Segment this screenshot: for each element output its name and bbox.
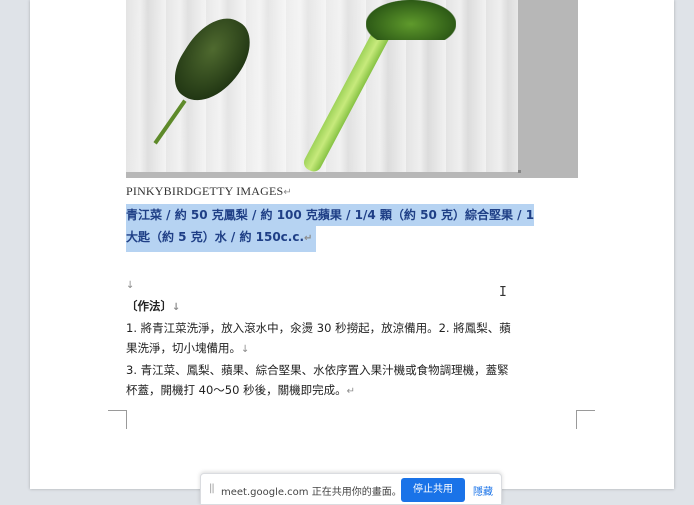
paragraph-mark: ↵	[304, 233, 313, 244]
celery-leaves-image	[366, 0, 456, 40]
step-1-line-1: 1. 將青江菜洗淨，放入滾水中，汆燙 30 秒撈起，放涼備用。2. 將鳳梨、蘋	[126, 321, 511, 335]
step-3-line-2-text: 杯蓋，開機打 40～50 秒後，關機即完成。	[126, 383, 347, 397]
document-page: PINKYBIRDGETTY IMAGES↵ 青江菜 / 約 50 克鳳梨 / …	[30, 0, 674, 489]
drag-handle-icon[interactable]: ||	[209, 483, 215, 494]
ingredients-line-2-text: 大匙（約 5 克）水 / 約 150c.c.	[126, 230, 305, 244]
screen-share-bar: || meet.google.com 正在共用你的畫面。 停止共用 隱藏	[200, 473, 502, 505]
method-heading-text: 〔作法〕	[126, 299, 172, 313]
empty-paragraph: ↓	[126, 274, 578, 296]
line-break-mark: ↓	[172, 302, 181, 313]
leaf-stem-image	[153, 99, 187, 145]
selected-ingredients-text[interactable]: 青江菜 / 約 50 克鳳梨 / 約 100 克蘋果 / 1/4 顆（約 50 …	[126, 204, 578, 252]
step-3-line-1: 3. 青江菜、鳳梨、蘋果、綜合堅果、水依序置入果汁機或食物調理機，蓋緊	[126, 363, 509, 377]
ingredients-line-1: 青江菜 / 約 50 克鳳梨 / 約 100 克蘋果 / 1/4 顆（約 50 …	[126, 204, 535, 226]
line-break-mark: ↓	[126, 280, 135, 291]
paragraph-mark: ↵	[283, 187, 293, 198]
hide-button[interactable]: 隱藏	[473, 483, 493, 498]
image-caption: PINKYBIRDGETTY IMAGES↵	[126, 184, 292, 199]
line-break-mark: ↓	[241, 344, 250, 355]
stop-sharing-button[interactable]: 停止共用	[401, 478, 465, 502]
method-heading: 〔作法〕↓	[126, 296, 578, 318]
text-cursor-icon: I	[499, 285, 507, 300]
step-1-line-2-text: 果洗淨，切小塊備用。	[126, 341, 241, 355]
method-section[interactable]: ↓ 〔作法〕↓ 1. 將青江菜洗淨，放入滾水中，汆燙 30 秒撈起，放涼備用。2…	[126, 274, 578, 402]
step-3-line-2: 杯蓋，開機打 40～50 秒後，關機即完成。↵	[126, 380, 578, 402]
paragraph-mark: ↵	[346, 386, 355, 397]
photo-background	[126, 0, 518, 175]
margin-corner-left	[108, 410, 127, 429]
ingredients-line-2: 大匙（約 5 克）水 / 約 150c.c.↵	[126, 224, 317, 252]
caption-text: PINKYBIRDGETTY IMAGES	[126, 184, 284, 198]
spinach-leaf-image	[164, 5, 262, 115]
share-message: meet.google.com 正在共用你的畫面。	[221, 487, 402, 498]
image-resize-handle[interactable]	[518, 170, 521, 173]
margin-corner-right	[576, 410, 595, 429]
recipe-photo[interactable]	[126, 0, 578, 178]
step-1-line-2: 果洗淨，切小塊備用。↓	[126, 338, 578, 360]
